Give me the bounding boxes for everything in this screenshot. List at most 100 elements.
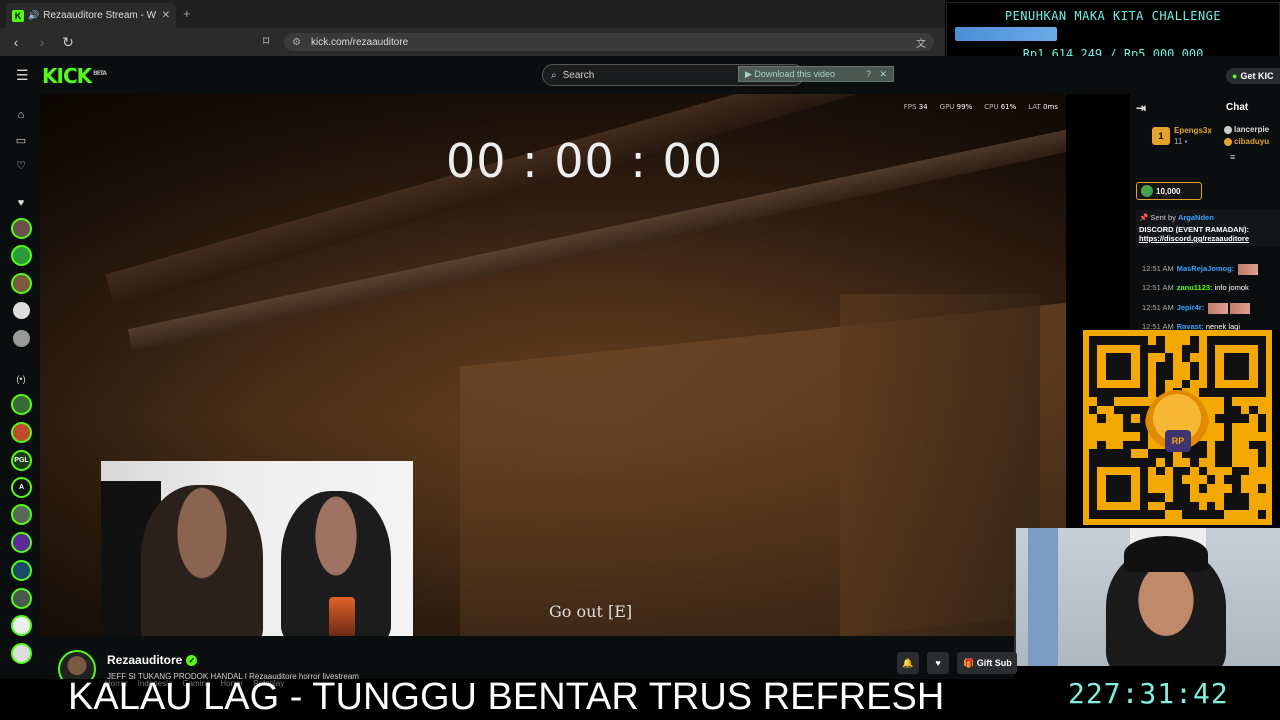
webcam-door bbox=[1028, 528, 1058, 666]
following-icon[interactable]: ♡ bbox=[12, 156, 30, 174]
goal-progress-bar bbox=[955, 27, 1273, 41]
reload-icon[interactable]: ↻ bbox=[58, 34, 78, 51]
logo-beta: BETA bbox=[93, 70, 107, 78]
close-tab-icon[interactable]: ✕ bbox=[162, 10, 170, 21]
chat-header: ⇥ Chat bbox=[1130, 94, 1280, 122]
pinned-sent-by: 📌 Sent by ArgaNden bbox=[1139, 213, 1214, 222]
address-bar-row: ‹ › ↻ ⌑ ⚙ kick.com/rezaauditore 文 bbox=[0, 28, 945, 56]
new-tab-icon[interactable]: + bbox=[183, 6, 191, 21]
pinned-event: DISCORD (EVENT RAMADAN): bbox=[1139, 225, 1249, 234]
gifter-badge-icon bbox=[1224, 126, 1232, 134]
pinned-link[interactable]: https://discord.gg/rezaauditore bbox=[1139, 234, 1277, 243]
webcam-drink-can bbox=[329, 597, 355, 637]
emote-icon bbox=[1238, 264, 1259, 275]
get-kick-button[interactable]: ● Get KIC bbox=[1226, 68, 1280, 84]
forward-icon[interactable]: › bbox=[32, 34, 52, 50]
browser-tab[interactable]: K 🔊 Rezaauditore Stream - Watch ✕ bbox=[6, 3, 176, 28]
sidebar-channel-avatar[interactable] bbox=[11, 245, 32, 266]
stream-info-bar: Rezaauditore ✓ JEFF SI TUKANG PRODOK HAND… bbox=[40, 636, 1017, 688]
streamer-name[interactable]: Rezaauditore ✓ bbox=[107, 653, 198, 667]
webcam-overlay-duo bbox=[101, 461, 413, 637]
sidebar-channel-avatar[interactable]: A bbox=[11, 477, 32, 498]
download-video-button[interactable]: ▶ Download this video ? ✕ bbox=[738, 66, 894, 82]
chat-message: 12:51 AM zanu1123: info jomok bbox=[1142, 283, 1249, 292]
notification-bell-button[interactable]: 🔔 bbox=[897, 652, 919, 674]
gift-icon: 🎁 bbox=[963, 657, 977, 668]
pin-icon: 📌 bbox=[1139, 213, 1151, 222]
menu-icon[interactable]: ☰ bbox=[16, 68, 30, 82]
chat-message: 12:51 AM Jepir4r: bbox=[1142, 303, 1251, 314]
gift-sub-button[interactable]: 🎁 Gift Sub bbox=[957, 652, 1017, 674]
top-gifter-count: 11 ▪ bbox=[1174, 137, 1188, 146]
kick-logo[interactable]: KICK BETA bbox=[42, 64, 107, 88]
sidebar-channel-avatar[interactable] bbox=[11, 273, 32, 294]
donation-qr-code: RP bbox=[1083, 330, 1272, 525]
play-icon: ▶ bbox=[745, 68, 755, 79]
browse-icon[interactable]: ▭ bbox=[12, 131, 30, 149]
emote-icon bbox=[1230, 303, 1251, 314]
goal-progress-fill bbox=[955, 27, 1057, 41]
qr-mascot-icon: RP bbox=[1145, 390, 1209, 460]
sidebar-channel-avatar[interactable] bbox=[11, 218, 32, 239]
game-prompt: Go out [E] bbox=[549, 602, 633, 621]
follow-heart-button[interactable]: ♥ bbox=[927, 652, 949, 674]
gifter-badge-icon bbox=[1224, 138, 1232, 146]
qr-badge: RP bbox=[1165, 430, 1191, 452]
sidebar-channel-avatar[interactable] bbox=[11, 328, 32, 349]
top-gifter-name[interactable]: Epengs3x bbox=[1174, 126, 1212, 135]
verified-icon: ✓ bbox=[186, 655, 198, 667]
browser-tab-bar: K 🔊 Rezaauditore Stream - Watch ✕ + bbox=[0, 0, 945, 28]
kicks-pill[interactable]: 10,000 bbox=[1136, 182, 1202, 200]
sidebar-channel-avatar[interactable] bbox=[11, 394, 32, 415]
latency-readout: LAT 0ms bbox=[1028, 103, 1058, 111]
sidebar-channel-avatar[interactable] bbox=[11, 643, 32, 664]
subathon-countdown: 227:31:42 bbox=[1068, 677, 1229, 710]
kicks-icon bbox=[1141, 185, 1153, 197]
top-gifters: 1 Epengs3x 11 ▪ lancerpie cibaduyu ≡ bbox=[1130, 122, 1280, 162]
get-kick-label: Get KIC bbox=[1240, 71, 1274, 81]
emote-icon bbox=[1208, 303, 1229, 314]
home-icon[interactable]: ⌂ bbox=[12, 106, 30, 124]
speaker-icon[interactable]: 🔊 bbox=[28, 10, 39, 21]
kick-coin-icon: ● bbox=[1232, 71, 1238, 81]
sidebar-channel-avatar[interactable] bbox=[11, 615, 32, 636]
site-info-icon[interactable]: ⚙ bbox=[292, 37, 301, 48]
sidebar: ⌂ ▭ ♡ ♥ (•) PGL A bbox=[0, 94, 40, 679]
chat-message: 12:51 AM MasRejaJomog: bbox=[1142, 264, 1259, 275]
help-icon[interactable]: ? bbox=[866, 69, 871, 79]
game-timer: 00 : 00 : 00 bbox=[446, 134, 724, 188]
webcam-hair bbox=[1124, 536, 1208, 572]
webcam-overlay-solo bbox=[1014, 528, 1280, 666]
recommended-live-icon: (•) bbox=[16, 374, 26, 384]
gift-icon: ▪ bbox=[1184, 137, 1188, 146]
url-text: kick.com/rezaauditore bbox=[310, 36, 409, 48]
sidebar-channel-avatar[interactable] bbox=[11, 422, 32, 443]
sidebar-channel-avatar[interactable] bbox=[11, 560, 32, 581]
rank-badge: 1 bbox=[1152, 127, 1170, 145]
back-icon[interactable]: ‹ bbox=[6, 34, 26, 50]
bookmark-icon[interactable]: ⌑ bbox=[263, 34, 269, 48]
logo-text: KICK bbox=[42, 64, 92, 88]
sidebar-channel-avatar[interactable] bbox=[11, 532, 32, 553]
pinned-message: 📌 Sent by ArgaNden DISCORD (EVENT RAMADA… bbox=[1136, 210, 1280, 246]
gifter-name[interactable]: lancerpie bbox=[1234, 125, 1269, 134]
chat-panel: ⇥ Chat 1 Epengs3x 11 ▪ lancerpie cibaduy… bbox=[1130, 94, 1280, 331]
sidebar-channel-avatar[interactable]: PGL bbox=[11, 450, 32, 471]
sidebar-channel-avatar[interactable] bbox=[11, 588, 32, 609]
performance-hud: FPS 34 GPU 99% CPU 61% LAT 0ms bbox=[904, 103, 1058, 111]
translate-icon[interactable]: 文 bbox=[916, 35, 926, 50]
sidebar-channel-avatar[interactable] bbox=[11, 504, 32, 525]
collapse-chat-icon[interactable]: ⇥ bbox=[1136, 101, 1146, 115]
game-scene-beam bbox=[105, 94, 1066, 308]
cpu-readout: CPU 61% bbox=[984, 103, 1017, 111]
url-field[interactable]: ⚙ kick.com/rezaauditore 文 bbox=[284, 33, 934, 51]
download-label: Download this video bbox=[754, 69, 835, 79]
gpu-readout: GPU 99% bbox=[939, 103, 973, 111]
sidebar-channel-avatar[interactable] bbox=[11, 300, 32, 321]
kick-favicon-icon: K bbox=[12, 9, 24, 22]
gifter-name[interactable]: cibaduyu bbox=[1234, 137, 1269, 146]
expand-icon[interactable]: ≡ bbox=[1230, 152, 1235, 162]
tab-title: Rezaauditore Stream - Watch bbox=[43, 10, 156, 21]
fps-readout: FPS 34 bbox=[903, 103, 928, 111]
close-icon[interactable]: ✕ bbox=[879, 69, 887, 80]
